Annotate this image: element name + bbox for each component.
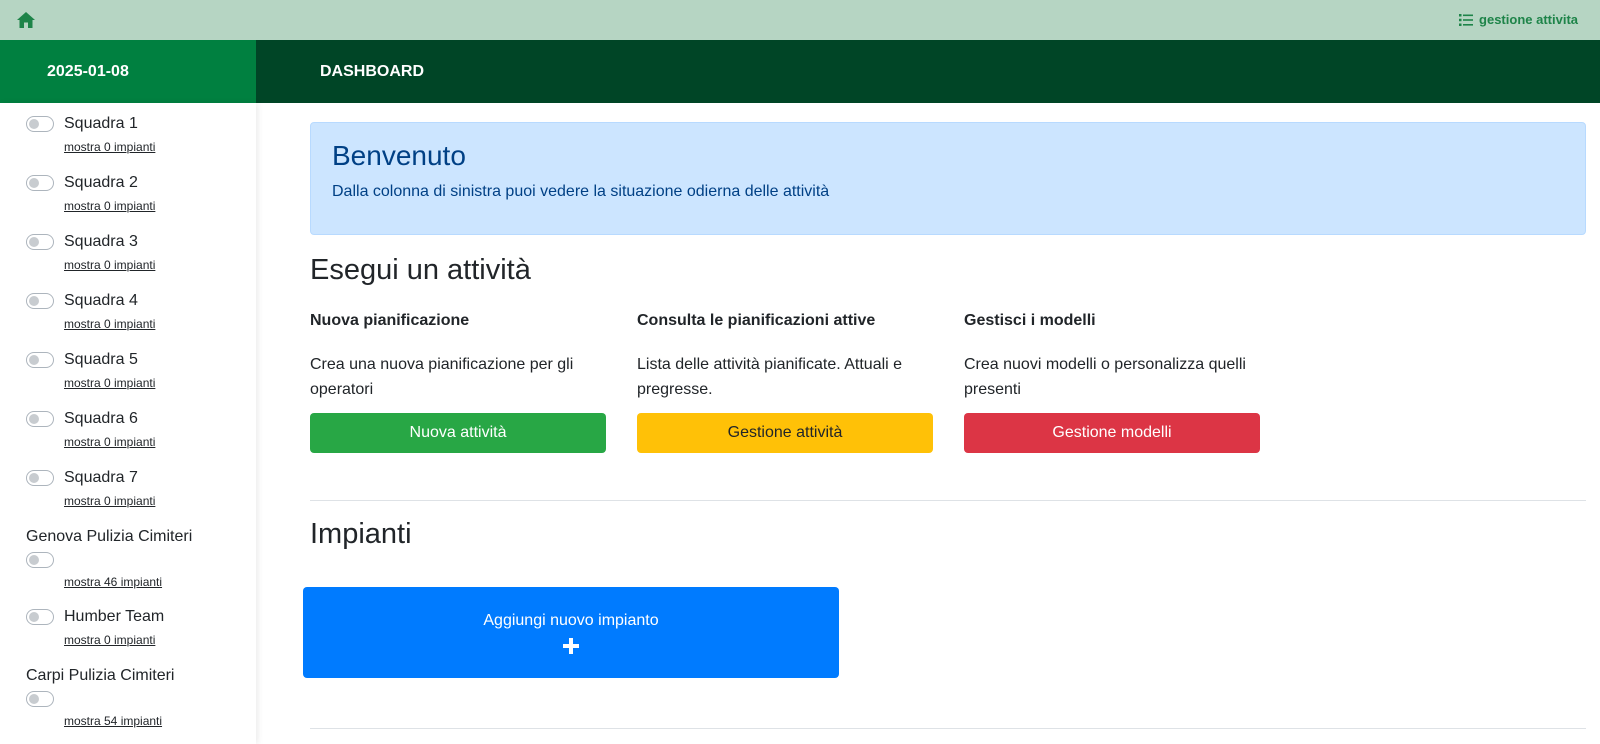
show-plants-link[interactable]: mostra 0 impianti [0,258,256,272]
welcome-text: Dalla colonna di sinistra puoi vedere la… [332,182,830,200]
show-plants-link[interactable]: mostra 0 impianti [0,199,256,213]
team-name: Squadra 5 [64,351,138,368]
card-title: Nuova pianificazione [310,312,470,329]
team-name: Squadra 6 [64,410,138,427]
team-toggle[interactable] [26,411,54,427]
activity-card-manage: Consulta le pianificazioni attive Lista … [637,310,933,453]
add-plant-label: Aggiungi nuovo impianto [483,611,659,629]
team-item: Squadra 5 mostra 0 impianti [0,349,256,390]
gestione-attivita-label: gestione attivita [1479,12,1578,27]
team-item: Squadra 4 mostra 0 impianti [0,290,256,331]
team-item: Squadra 3 mostra 0 impianti [0,231,256,272]
team-item: Squadra 7 mostra 0 impianti [0,467,256,508]
home-icon[interactable] [16,10,36,30]
team-item: Squadra 6 mostra 0 impianti [0,408,256,449]
team-item: Squadra 1 mostra 0 impianti [0,113,256,154]
team-name: Squadra 7 [64,469,138,486]
team-item: Humber Team mostra 0 impianti [0,606,256,647]
team-item: Squadra 2 mostra 0 impianti [0,172,256,213]
show-plants-link[interactable]: mostra 46 impianti [0,575,256,589]
team-toggle[interactable] [26,116,54,132]
team-toggle[interactable] [26,609,54,625]
manage-models-button[interactable]: Gestione modelli [964,413,1260,453]
show-plants-link[interactable]: mostra 0 impianti [0,494,256,508]
team-name: Squadra 3 [64,233,138,250]
manage-activities-button[interactable]: Gestione attività [637,413,933,453]
sidebar: Squadra 1 mostra 0 impianti Squadra 2 mo… [0,103,256,744]
plus-icon [563,637,579,654]
activities-title: Esegui un attività [310,254,531,286]
team-name: Squadra 2 [64,174,138,191]
team-name: Squadra 4 [64,292,138,309]
show-plants-link[interactable]: mostra 0 impianti [0,633,256,647]
activity-card-models: Gestisci i modelli Crea nuovi modelli o … [964,310,1260,453]
welcome-title: Benvenuto [332,140,466,171]
show-plants-link[interactable]: mostra 0 impianti [0,376,256,390]
welcome-alert: Benvenuto Dalla colonna di sinistra puoi… [310,122,1586,235]
card-title: Gestisci i modelli [964,312,1096,329]
plants-title: Impianti [310,518,412,550]
card-title: Consulta le pianificazioni attive [637,312,876,329]
show-plants-link[interactable]: mostra 54 impianti [0,714,256,728]
team-toggle[interactable] [26,691,54,707]
team-item: Carpi Pulizia Cimiteri mostra 54 impiant… [0,665,256,728]
show-plants-link[interactable]: mostra 0 impianti [0,435,256,449]
show-plants-link[interactable]: mostra 0 impianti [0,140,256,154]
activity-card-new: Nuova pianificazione Crea una nuova pian… [310,310,606,453]
team-name: Genova Pulizia Cimiteri [26,528,193,545]
new-activity-button[interactable]: Nuova attività [310,413,606,453]
team-name: Humber Team [64,608,165,625]
team-toggle[interactable] [26,293,54,309]
card-text: Lista delle attività pianificate. Attual… [637,356,903,398]
team-item: Genova Pulizia Cimiteri mostra 46 impian… [0,526,256,589]
team-name: Squadra 1 [64,115,138,132]
current-date: 2025-01-08 [0,40,256,103]
divider [310,500,1586,501]
divider [310,728,1586,729]
team-toggle[interactable] [26,552,54,568]
gestione-attivita-link[interactable]: gestione attivita [1459,12,1578,27]
top-bar: gestione attivita [0,0,1600,40]
show-plants-link[interactable]: mostra 0 impianti [0,317,256,331]
team-toggle[interactable] [26,470,54,486]
list-icon [1459,13,1474,26]
team-name: Carpi Pulizia Cimiteri [26,667,175,684]
card-text: Crea una nuova pianificazione per gli op… [310,356,574,398]
card-text: Crea nuovi modelli o personalizza quelli… [964,356,1246,398]
page-title: DASHBOARD [256,40,1600,103]
team-toggle[interactable] [26,234,54,250]
add-plant-button[interactable]: Aggiungi nuovo impianto [303,587,839,678]
team-toggle[interactable] [26,352,54,368]
team-toggle[interactable] [26,175,54,191]
